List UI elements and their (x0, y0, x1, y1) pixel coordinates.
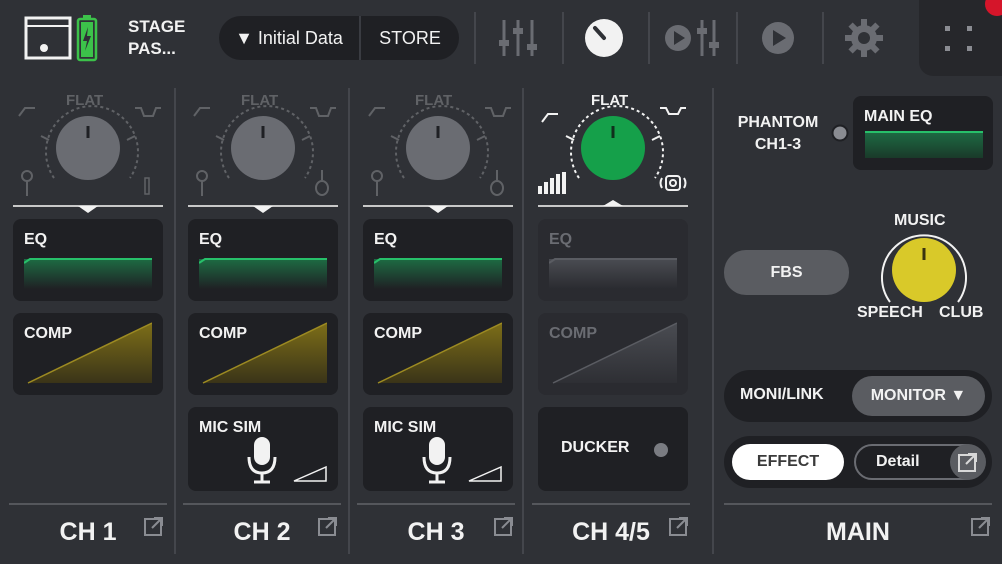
main-eq-panel[interactable]: MAIN EQ (853, 96, 993, 170)
comp-panel[interactable]: COMP (188, 313, 338, 395)
comp-curve (552, 322, 677, 384)
comp-panel[interactable]: COMP (363, 313, 513, 395)
speech-label: SPEECH (857, 304, 923, 321)
play-icon[interactable] (756, 16, 800, 60)
ducker-button[interactable]: DUCKER (538, 407, 688, 491)
eq-label: EQ (374, 231, 398, 248)
ducker-indicator-icon (654, 443, 668, 457)
stage-pas-icon[interactable] (24, 16, 72, 60)
comp-curve (202, 322, 327, 384)
eq-curve (199, 258, 327, 289)
comp-panel[interactable]: COMP (13, 313, 163, 395)
main-eq-label: MAIN EQ (864, 108, 933, 125)
effect-row: EFFECT Detail (724, 436, 992, 488)
comp-curve (27, 322, 152, 384)
popout-icon[interactable] (493, 515, 515, 537)
scene-name: STAGE PAS... (128, 17, 186, 58)
eq-panel[interactable]: EQ (13, 219, 163, 301)
master-eq-knob[interactable] (876, 230, 972, 310)
microphone-icon (247, 437, 277, 484)
eq-label: EQ (199, 231, 223, 248)
eq-curve (549, 258, 677, 289)
level-ramp-icon (293, 465, 327, 482)
scene-recall-button[interactable]: ▼ Initial Data (219, 16, 361, 60)
voicing-knob[interactable] (188, 100, 338, 216)
popout-icon[interactable] (970, 515, 992, 537)
channel-name[interactable]: CH 3 (357, 518, 515, 547)
ducker-label: DUCKER (561, 439, 630, 456)
channel-divider (183, 503, 341, 505)
topbar-divider (648, 12, 650, 64)
voicing-knob[interactable] (363, 100, 513, 216)
column-divider (174, 88, 176, 554)
knob-icon[interactable] (582, 16, 626, 60)
channel-divider (9, 503, 167, 505)
popout-icon[interactable] (317, 515, 339, 537)
mic-sim-panel[interactable]: MIC SIM (363, 407, 513, 491)
column-divider (348, 88, 350, 554)
top-bar: STAGE PAS... ▼ Initial Data STORE (0, 0, 1002, 78)
main-eq-curve (865, 131, 983, 158)
playback-mix-icon[interactable] (662, 16, 722, 60)
channel-divider (724, 503, 992, 505)
popout-icon (958, 453, 977, 472)
topbar-divider (562, 12, 564, 64)
column-divider (712, 88, 714, 554)
eq-panel[interactable]: EQ (538, 219, 688, 301)
channel-divider (357, 503, 515, 505)
voicing-knob[interactable] (538, 100, 688, 216)
eq-curve (24, 258, 152, 289)
topbar-divider (822, 12, 824, 64)
menu-icon (945, 26, 972, 51)
club-label: CLUB (939, 304, 984, 321)
channel-divider (532, 503, 690, 505)
eq-curve (374, 258, 502, 289)
battery-icon (76, 15, 98, 62)
monitor-select[interactable]: MONITOR ▼ (852, 376, 985, 416)
comp-curve (377, 322, 502, 384)
main-name[interactable]: MAIN (724, 518, 992, 547)
voicing-knob[interactable] (13, 100, 163, 216)
fader-icon[interactable] (496, 16, 540, 60)
eq-label: EQ (24, 231, 48, 248)
channel-name[interactable]: CH 4/5 (532, 518, 690, 547)
mic-sim-panel[interactable]: MIC SIM (188, 407, 338, 491)
phantom-label: PHANTOM CH1-3 (737, 114, 819, 153)
moni-link-row: MONI/LINK MONITOR ▼ (724, 370, 992, 422)
eq-label: EQ (549, 231, 573, 248)
microphone-icon (422, 437, 452, 484)
popout-icon[interactable] (668, 515, 690, 537)
comp-panel[interactable]: COMP (538, 313, 688, 395)
topbar-divider (474, 12, 476, 64)
topbar-divider (736, 12, 738, 64)
phantom-indicator-icon[interactable] (831, 124, 849, 142)
detail-popout-button[interactable] (950, 444, 986, 480)
popout-icon[interactable] (143, 515, 165, 537)
effect-button[interactable]: EFFECT (732, 444, 844, 480)
eq-panel[interactable]: EQ (363, 219, 513, 301)
store-button[interactable]: STORE (361, 16, 459, 60)
scene-pill: ▼ Initial Data STORE (219, 16, 459, 60)
music-label: MUSIC (894, 212, 946, 229)
column-divider (522, 88, 524, 554)
fbs-button[interactable]: FBS (724, 250, 849, 295)
eq-panel[interactable]: EQ (188, 219, 338, 301)
level-ramp-icon (468, 465, 502, 482)
moni-link-label: MONI/LINK (740, 386, 824, 403)
gear-icon[interactable] (842, 16, 886, 60)
